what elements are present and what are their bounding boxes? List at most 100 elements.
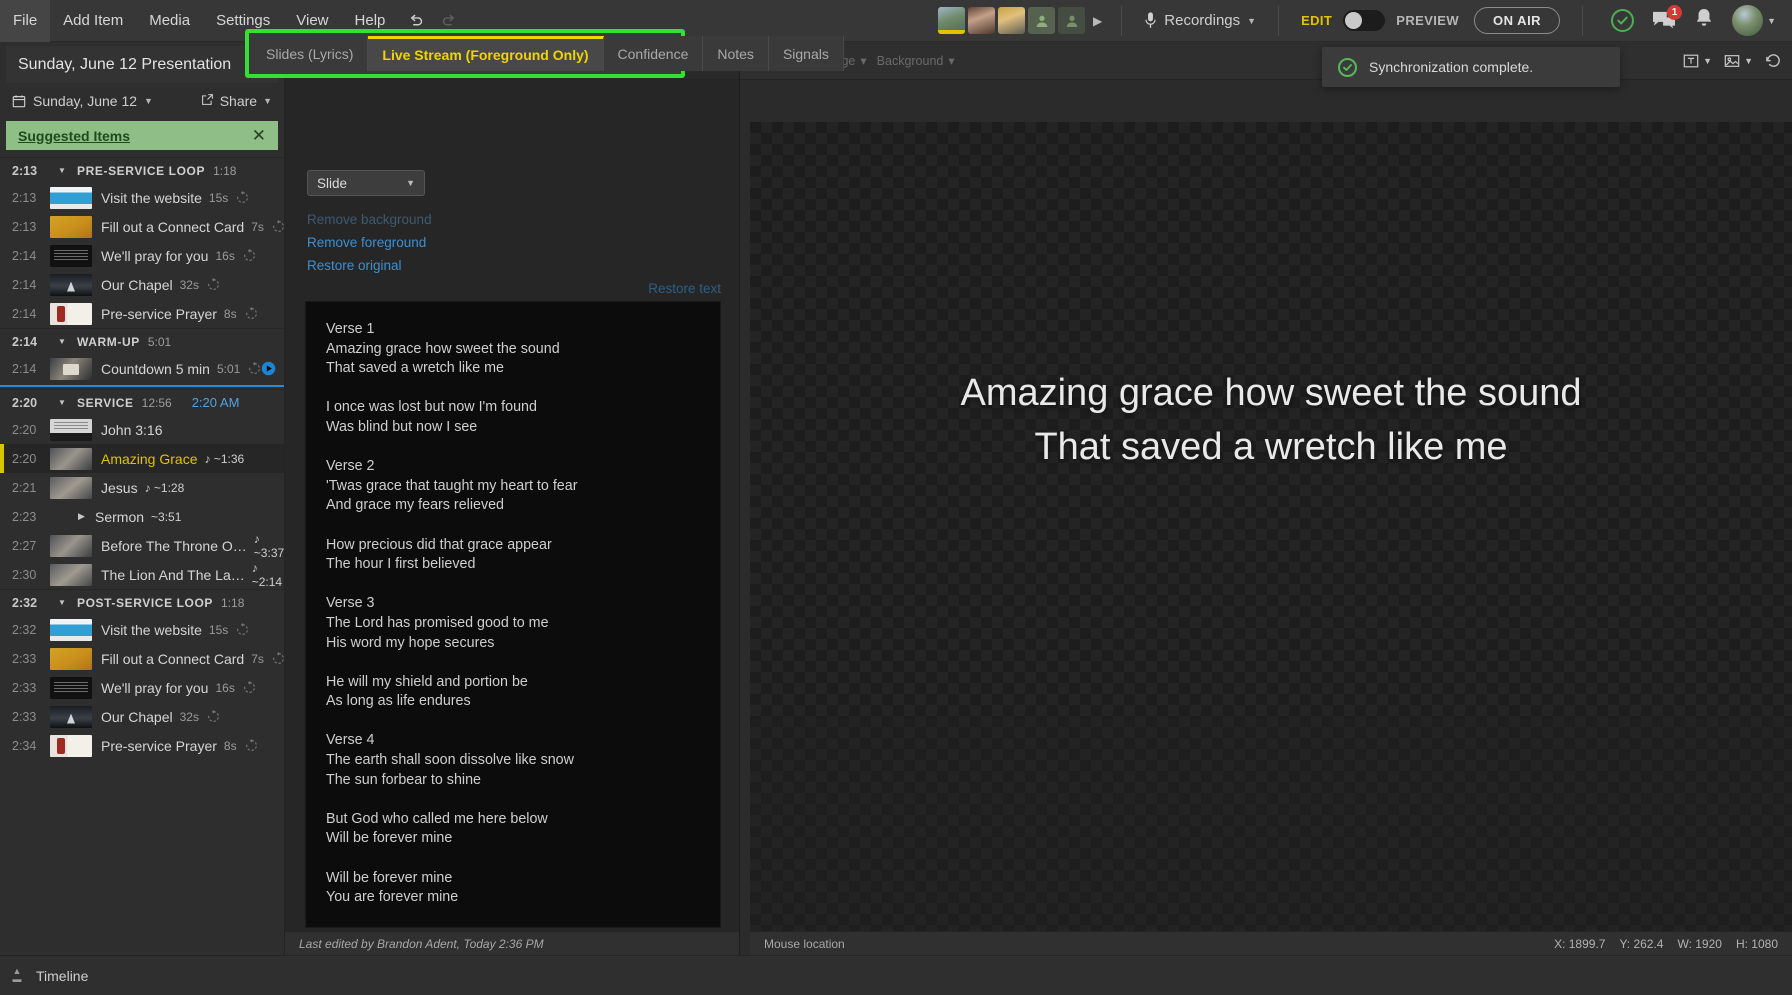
chevron-down-icon[interactable]: ▼ (58, 166, 69, 175)
close-icon[interactable]: ✕ (252, 127, 266, 144)
suggested-items-label: Suggested Items (18, 127, 131, 144)
timeline-bar[interactable]: ▲ ▬ Timeline (0, 955, 1792, 995)
plan-item-row[interactable]: 2:32 Visit the website 15s (0, 615, 284, 644)
remove-foreground-link[interactable]: Remove foreground (307, 235, 426, 250)
group-duration: 5:01 (147, 334, 172, 349)
plan-item-row[interactable]: 2:27 Before The Throne O… ♪ ~3:37 (0, 531, 284, 560)
loop-icon[interactable] (272, 652, 284, 665)
plan-item-row[interactable]: 2:33 We'll pray for you 16s (0, 673, 284, 702)
menu-media[interactable]: Media (136, 0, 203, 42)
item-name: The Lion And The La… (101, 566, 245, 583)
item-thumbnail (50, 244, 92, 267)
chevron-down-icon[interactable]: ▼ (58, 598, 69, 607)
item-thumbnail (50, 302, 92, 325)
edit-preview-toggle[interactable] (1343, 10, 1386, 31)
chevron-down-icon: ▼ (1703, 55, 1713, 66)
editor-tab-bar[interactable]: Slides (Lyrics) Live Stream (Foreground O… (249, 33, 844, 74)
item-thumbnail (50, 273, 92, 296)
sync-toast-message: Synchronization complete. (1369, 59, 1534, 75)
plan-item-list[interactable]: 2:13 ▼ PRE-SERVICE LOOP 1:18 2:13 Visit the w… (0, 157, 284, 955)
share-label: Share (219, 92, 258, 109)
item-time: 2:14 (12, 277, 37, 292)
item-duration: 16s (215, 680, 235, 695)
tab-signals[interactable]: Signals (768, 36, 844, 71)
avatar-placeholder-icon[interactable] (1058, 7, 1086, 34)
plan-item-row[interactable]: 2:14 Our Chapel 32s (0, 270, 284, 299)
tab-live-stream-foreground-only[interactable]: Live Stream (Foreground Only) (368, 36, 604, 71)
loop-icon[interactable] (243, 681, 256, 694)
plan-date-label[interactable]: Sunday, June 12 (33, 93, 137, 109)
play-icon[interactable] (261, 361, 276, 376)
item-duration: 32s (179, 709, 199, 724)
user-account-menu[interactable]: ▼ (1732, 5, 1776, 36)
plan-item-row[interactable]: 2:13 Visit the website 15s (0, 183, 284, 212)
sync-status-icon[interactable] (1611, 9, 1635, 32)
loop-icon[interactable] (248, 362, 261, 375)
avatar[interactable] (968, 7, 996, 34)
divider (1278, 5, 1280, 36)
menu-file[interactable]: File (0, 0, 51, 42)
plan-item-row[interactable]: 2:30 The Lion And The La… ♪ ~2:14 (0, 560, 284, 589)
notifications-bell-icon[interactable] (1694, 8, 1714, 34)
plan-item-row[interactable]: 2:34 Pre-service Prayer 8s (0, 731, 284, 760)
plan-item-row[interactable]: 2:33 Our Chapel 32s (0, 702, 284, 731)
background-label: Background (876, 53, 944, 68)
loop-icon[interactable] (272, 220, 284, 233)
on-air-button[interactable]: ON AIR (1474, 7, 1561, 34)
plan-item-row[interactable]: 2:14 Pre-service Prayer 8s (0, 299, 284, 328)
reset-slide-button[interactable] (1765, 52, 1782, 69)
share-button[interactable]: Share ▼ (201, 93, 272, 109)
recordings-menu[interactable]: Recordings ▼ (1130, 0, 1270, 42)
background-menu[interactable]: Background ▾ (876, 53, 955, 69)
loop-icon[interactable] (207, 710, 220, 723)
plan-item-row[interactable]: 2:14 Countdown 5 min 5:01 (0, 354, 284, 383)
slide-type-select[interactable]: Slide ▼ (307, 170, 425, 196)
suggested-items-banner[interactable]: Suggested Items ✕ (6, 121, 278, 150)
plan-group-header[interactable]: 2:20 ▼ SERVICE 12:56 2:20 AM (0, 389, 284, 415)
item-time: 2:14 (12, 361, 37, 376)
plan-item-row[interactable]: 2:20 John 3:16 (0, 415, 284, 444)
chat-button[interactable]: 1 (1652, 4, 1683, 32)
tab-slides-lyrics[interactable]: Slides (Lyrics) (252, 36, 369, 71)
chevron-right-icon[interactable]: ▶ (78, 511, 89, 522)
item-name: Visit the website (101, 189, 202, 206)
loop-icon[interactable] (245, 739, 258, 752)
lyrics-text-area[interactable]: Verse 1 Amazing grace how sweet the soun… (305, 301, 721, 928)
avatar[interactable] (938, 7, 966, 34)
tab-confidence[interactable]: Confidence (603, 36, 704, 71)
add-text-box-button[interactable]: ▼ (1683, 53, 1712, 69)
avatar[interactable] (998, 7, 1026, 34)
restore-original-link[interactable]: Restore original (307, 258, 402, 273)
chevron-down-icon[interactable]: ▼ (58, 398, 69, 407)
plan-item-row[interactable]: 2:23 ▶ Sermon ~3:51 (0, 502, 284, 531)
plan-item-row[interactable]: 2:21 Jesus ♪ ~1:28 (0, 473, 284, 502)
loop-icon[interactable] (236, 623, 249, 636)
plan-group-header[interactable]: 2:32 ▼ POST-SERVICE LOOP 1:18 (0, 589, 284, 615)
menu-add-item[interactable]: Add Item (50, 0, 136, 42)
preview-stage[interactable]: Amazing grace how sweet the sound That s… (750, 122, 1792, 717)
loop-icon[interactable] (245, 307, 258, 320)
loop-icon[interactable] (236, 191, 249, 204)
more-collaborators-icon[interactable]: ▶ (1088, 14, 1107, 28)
chevron-down-icon[interactable]: ▼ (58, 337, 69, 346)
plan-item-row[interactable]: 2:14 We'll pray for you 16s (0, 241, 284, 270)
add-image-button[interactable]: ▼ (1724, 53, 1753, 69)
item-thumbnail (50, 186, 92, 209)
item-time: 2:30 (12, 567, 37, 582)
plan-item-row[interactable]: 2:33 Fill out a Connect Card 7s (0, 644, 284, 673)
item-note: ♪ ~2:14 (251, 560, 283, 589)
item-time: 2:14 (12, 248, 37, 263)
item-thumbnail (50, 563, 92, 586)
plan-group-header[interactable]: 2:13 ▼ PRE-SERVICE LOOP 1:18 (0, 157, 284, 183)
document-title[interactable]: Sunday, June 12 Presentation (6, 46, 278, 83)
timeline-expand-handle-icon[interactable]: ▲ ▬ (10, 967, 24, 984)
plan-item-row[interactable]: 2:13 Fill out a Connect Card 7s (0, 212, 284, 241)
loop-icon[interactable] (207, 278, 220, 291)
sync-toast: Synchronization complete. (1322, 47, 1620, 87)
tab-notes[interactable]: Notes (703, 36, 769, 71)
loop-icon[interactable] (243, 249, 256, 262)
size-height: H: 1080 (1735, 936, 1778, 951)
avatar-placeholder-icon[interactable] (1028, 7, 1056, 34)
plan-group-header[interactable]: 2:14 ▼ WARM-UP 5:01 (0, 328, 284, 354)
plan-item-row[interactable]: 2:20 Amazing Grace ♪ ~1:36 (0, 444, 284, 473)
